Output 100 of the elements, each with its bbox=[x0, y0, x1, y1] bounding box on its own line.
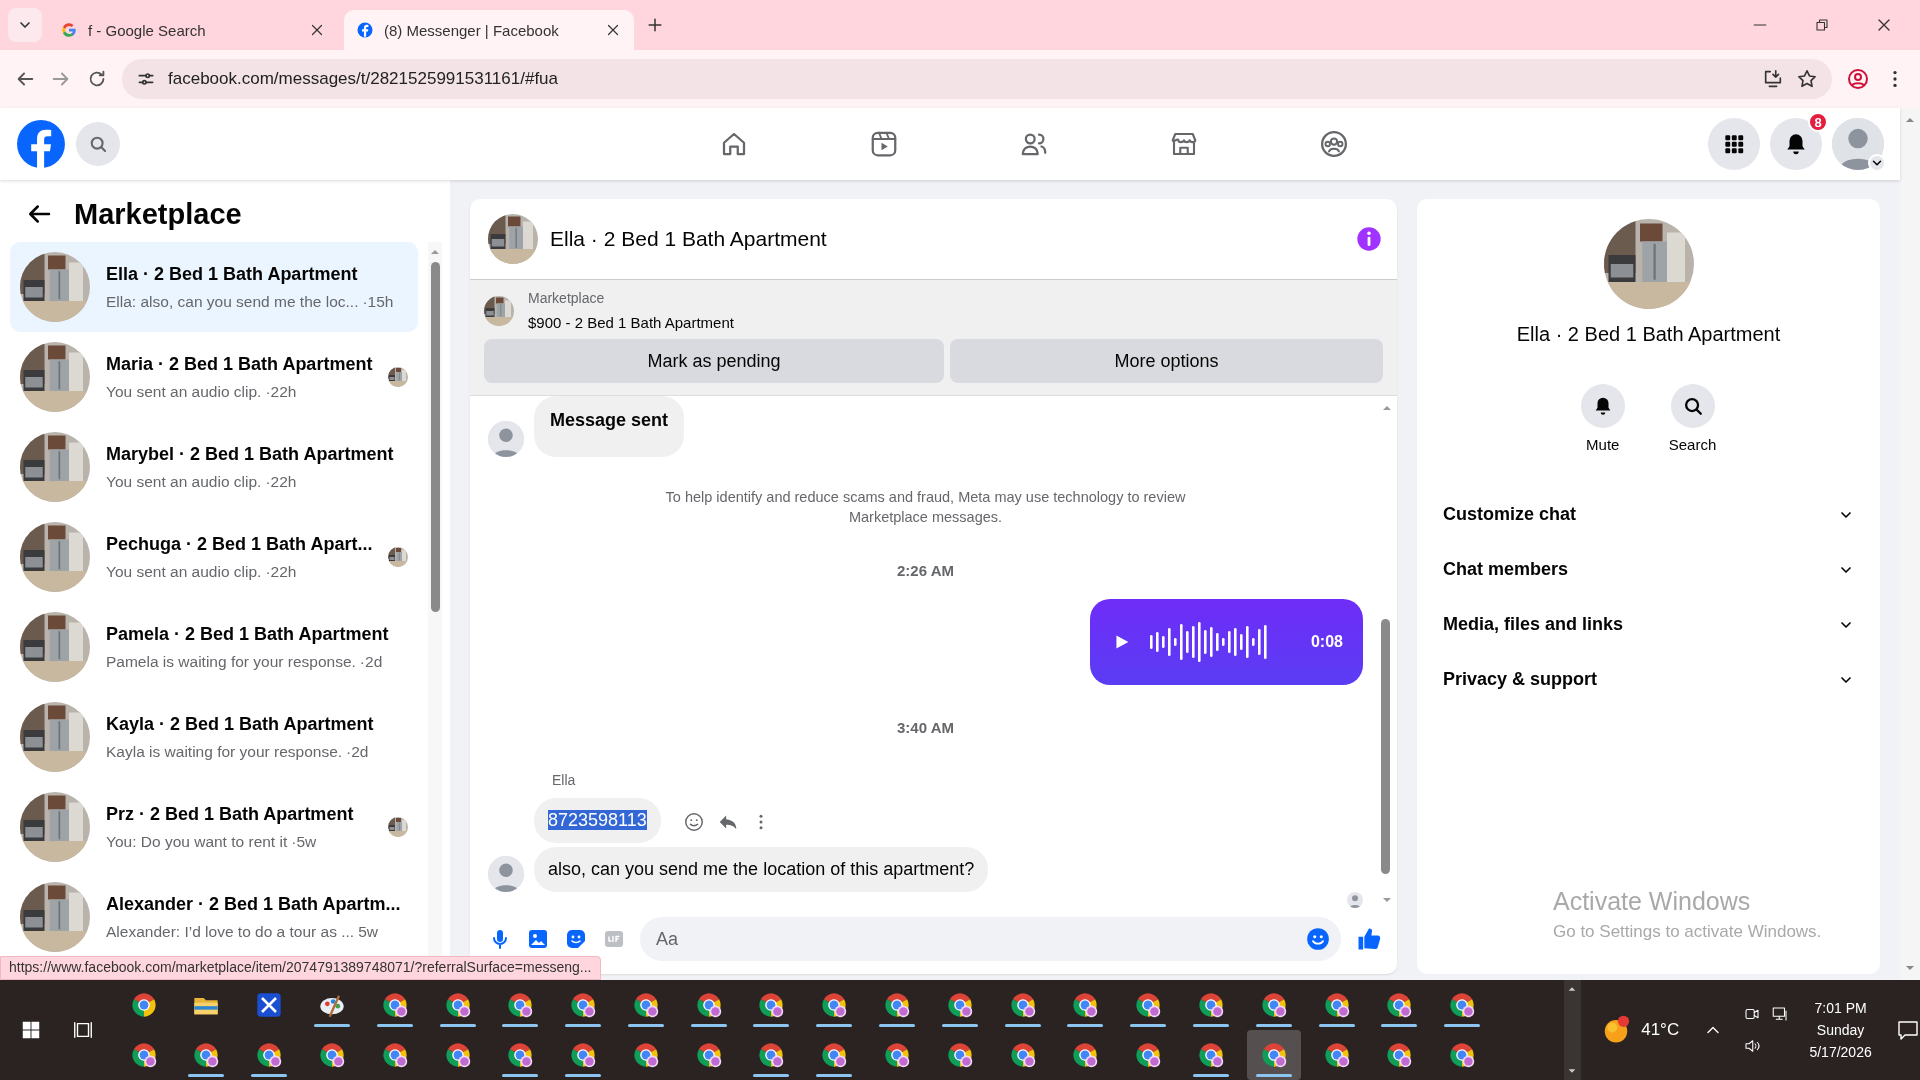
message-bubble: Message sent bbox=[534, 396, 685, 457]
browser-icon bbox=[1448, 1041, 1477, 1069]
search-icon bbox=[88, 134, 108, 154]
browser-icon bbox=[883, 1041, 912, 1069]
avatar-icon bbox=[488, 855, 524, 892]
conversation-title: Prz · 2 Bed 1 Bath Apartment bbox=[106, 803, 355, 825]
bookmark-star-icon[interactable] bbox=[1796, 68, 1818, 90]
browser-icon bbox=[129, 991, 158, 1019]
message-preview: Ella: also, can you send me the loc... bbox=[106, 292, 359, 311]
tab-title: (8) Messenger | Facebook bbox=[384, 21, 560, 39]
search-button[interactable] bbox=[76, 122, 120, 166]
clock-time: 7:01 PM bbox=[1813, 1000, 1868, 1016]
browser-icon bbox=[757, 991, 786, 1019]
conversation-item[interactable]: Pamela · 2 Bed 1 Bath Apartment Pamela is waiting for your response. ·2d bbox=[10, 602, 419, 692]
message-preview: You: Do you want to rent it bbox=[106, 832, 288, 851]
section-label: Chat members bbox=[1443, 559, 1570, 580]
browser-icon bbox=[1322, 991, 1351, 1019]
message-field[interactable]: Aa bbox=[640, 917, 1341, 961]
browser-tab[interactable]: (8) Messenger | Facebook bbox=[344, 10, 634, 50]
notifications-icon[interactable] bbox=[1896, 1018, 1920, 1042]
action-button[interactable]: More options bbox=[950, 339, 1383, 383]
browser-icon bbox=[1385, 1041, 1414, 1069]
browser-icon bbox=[317, 1041, 346, 1069]
section-item[interactable]: Privacy & support bbox=[1427, 652, 1870, 707]
browser-icon bbox=[1134, 1041, 1163, 1069]
info-icon[interactable] bbox=[1355, 225, 1383, 253]
message-bubble: also, can you send me the location of this apartment? bbox=[534, 846, 989, 892]
browser-icon bbox=[883, 991, 912, 1019]
message-time: 5w bbox=[358, 922, 378, 941]
browser-tab[interactable]: f - Google Search bbox=[48, 10, 338, 50]
message-preview: Pamela is waiting for your response. bbox=[106, 652, 356, 671]
browser-icon bbox=[380, 1041, 409, 1069]
conversation-item[interactable]: Ella · 2 Bed 1 Bath Apartment Ella: also, can you send me the loc... ·15h bbox=[10, 242, 419, 332]
browser-icon bbox=[1385, 991, 1414, 1019]
message-bubble: 8723598113 bbox=[534, 797, 661, 843]
browser-icon bbox=[631, 1041, 660, 1069]
browser-icon bbox=[694, 991, 723, 1019]
profile-avatar[interactable] bbox=[1832, 118, 1884, 170]
volume-icon[interactable] bbox=[1743, 1037, 1762, 1055]
section-label: Media, files and links bbox=[1443, 614, 1625, 635]
activation-title: Activate Windows bbox=[1553, 887, 1752, 916]
browser-icon bbox=[631, 991, 660, 1019]
start-icon[interactable] bbox=[20, 1019, 42, 1041]
network-icon[interactable] bbox=[1771, 1005, 1790, 1023]
conversation-title: Alexander · 2 Bed 1 Bath Apartm... bbox=[106, 893, 402, 915]
action-button[interactable]: Mark as pending bbox=[484, 339, 945, 383]
task-view-icon[interactable] bbox=[72, 1019, 94, 1041]
scrollbar-thumb[interactable] bbox=[430, 262, 440, 612]
section-item[interactable]: Media, files and links bbox=[1427, 597, 1870, 652]
browser-icon bbox=[569, 991, 598, 1019]
message-time: ·22h bbox=[265, 382, 297, 401]
audio-message[interactable]: 0:08 bbox=[1090, 598, 1363, 685]
timestamp: 2:26 AM bbox=[896, 561, 955, 579]
groups-icon bbox=[1319, 129, 1349, 159]
browser-icon bbox=[820, 1041, 849, 1069]
browser-icon bbox=[1322, 1041, 1351, 1069]
message-time: ·2d bbox=[346, 742, 369, 761]
url-text: facebook.com/messages/t/2821525991531161/#fua bbox=[168, 69, 560, 89]
conversation-title: Marybel · 2 Bed 1 Bath Apartment bbox=[106, 443, 395, 465]
tab-list-button[interactable] bbox=[8, 8, 42, 42]
conversation-item[interactable]: Maria · 2 Bed 1 Bath Apartment You sent an audio clip. ·22h bbox=[10, 332, 419, 422]
browser-icon bbox=[1008, 991, 1037, 1019]
clock-day: Sunday bbox=[1801, 1022, 1880, 1038]
image-icon[interactable] bbox=[526, 927, 550, 951]
address-bar[interactable]: facebook.com/messages/t/2821525991531161/#fua bbox=[122, 59, 1832, 99]
sticker-icon[interactable] bbox=[564, 927, 588, 951]
browser-icon bbox=[569, 1041, 598, 1069]
browser-icon bbox=[506, 991, 535, 1019]
browser-icon bbox=[1071, 1041, 1100, 1069]
logo-icon[interactable] bbox=[16, 119, 66, 169]
section-item[interactable]: Customize chat bbox=[1427, 487, 1870, 542]
emoji-icon[interactable] bbox=[682, 810, 705, 833]
browser-icon bbox=[255, 1041, 284, 1069]
conversation-item[interactable]: Kayla · 2 Bed 1 Bath Apartment Kayla is waiting for your response. ·2d bbox=[10, 692, 419, 782]
notification-badge: 8 bbox=[1808, 112, 1828, 132]
tab-title: f - Google Search bbox=[88, 21, 207, 39]
browser-icon bbox=[506, 1041, 535, 1069]
waveform-icon bbox=[1150, 621, 1270, 662]
google-logo-icon bbox=[60, 21, 78, 39]
install-icon[interactable] bbox=[1762, 68, 1784, 90]
chat-title: Ella · 2 Bed 1 Bath Apartment bbox=[550, 227, 828, 251]
browser-icon bbox=[1197, 1041, 1226, 1069]
timestamp: 3:40 AM bbox=[896, 718, 955, 736]
browser-icon bbox=[129, 1041, 158, 1069]
emoji-icon[interactable] bbox=[1305, 926, 1331, 952]
listing-title: $900 - 2 Bed 1 Bath Apartment bbox=[528, 314, 734, 331]
browser-icon bbox=[1259, 991, 1288, 1019]
conversation-item[interactable]: Prz · 2 Bed 1 Bath Apartment You: Do you want to rent it ·5w bbox=[10, 782, 419, 872]
browser-icon bbox=[1008, 1041, 1037, 1069]
browser-icon bbox=[820, 991, 849, 1019]
conversation-item[interactable]: Marybel · 2 Bed 1 Bath Apartment You sent an audio clip. ·22h bbox=[10, 422, 419, 512]
menu-button[interactable] bbox=[1708, 118, 1760, 170]
message-preview: You sent an audio clip. bbox=[106, 472, 262, 491]
scrollbar-thumb[interactable] bbox=[1381, 619, 1390, 874]
conversation-item[interactable]: Pechuga · 2 Bed 1 Bath Apart... You sent an audio clip. ·22h bbox=[10, 512, 419, 602]
notice-text: To help identify and reduce scams and fraud, Meta may use technology to review Marketplace messages. bbox=[664, 488, 1187, 528]
section-item[interactable]: Chat members bbox=[1427, 542, 1870, 597]
sender-name: Ella bbox=[552, 771, 577, 788]
profile-icon[interactable] bbox=[1846, 67, 1870, 91]
browser-icon bbox=[1197, 991, 1226, 1019]
